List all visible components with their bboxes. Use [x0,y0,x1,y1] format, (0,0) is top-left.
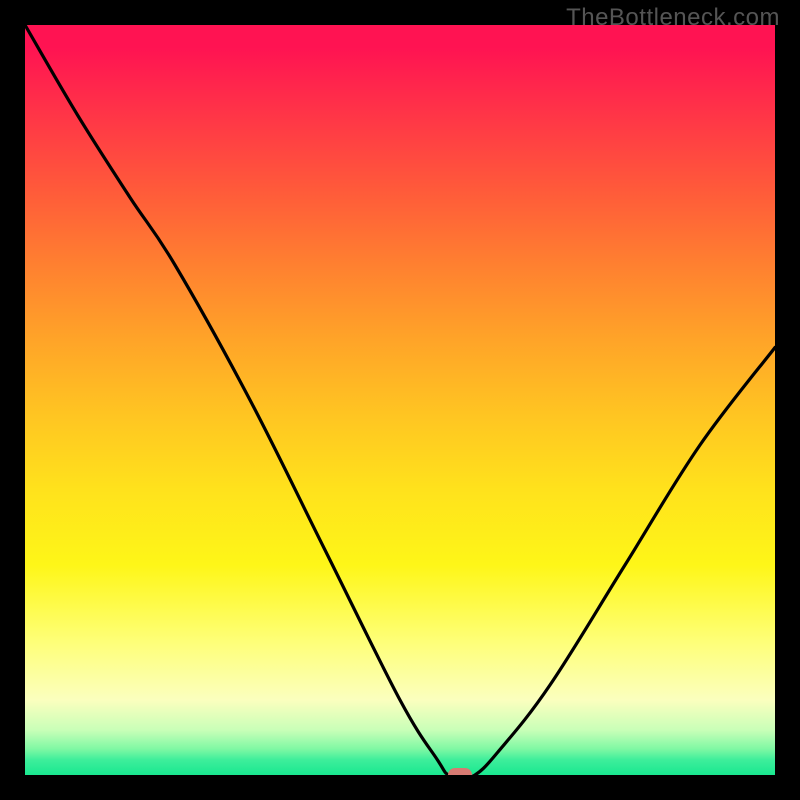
optimum-marker [448,768,472,775]
watermark-text: TheBottleneck.com [566,4,780,32]
bottleneck-curve [25,25,775,775]
curve-svg [25,25,775,775]
bottleneck-chart: TheBottleneck.com [0,0,800,800]
plot-area [25,25,775,775]
